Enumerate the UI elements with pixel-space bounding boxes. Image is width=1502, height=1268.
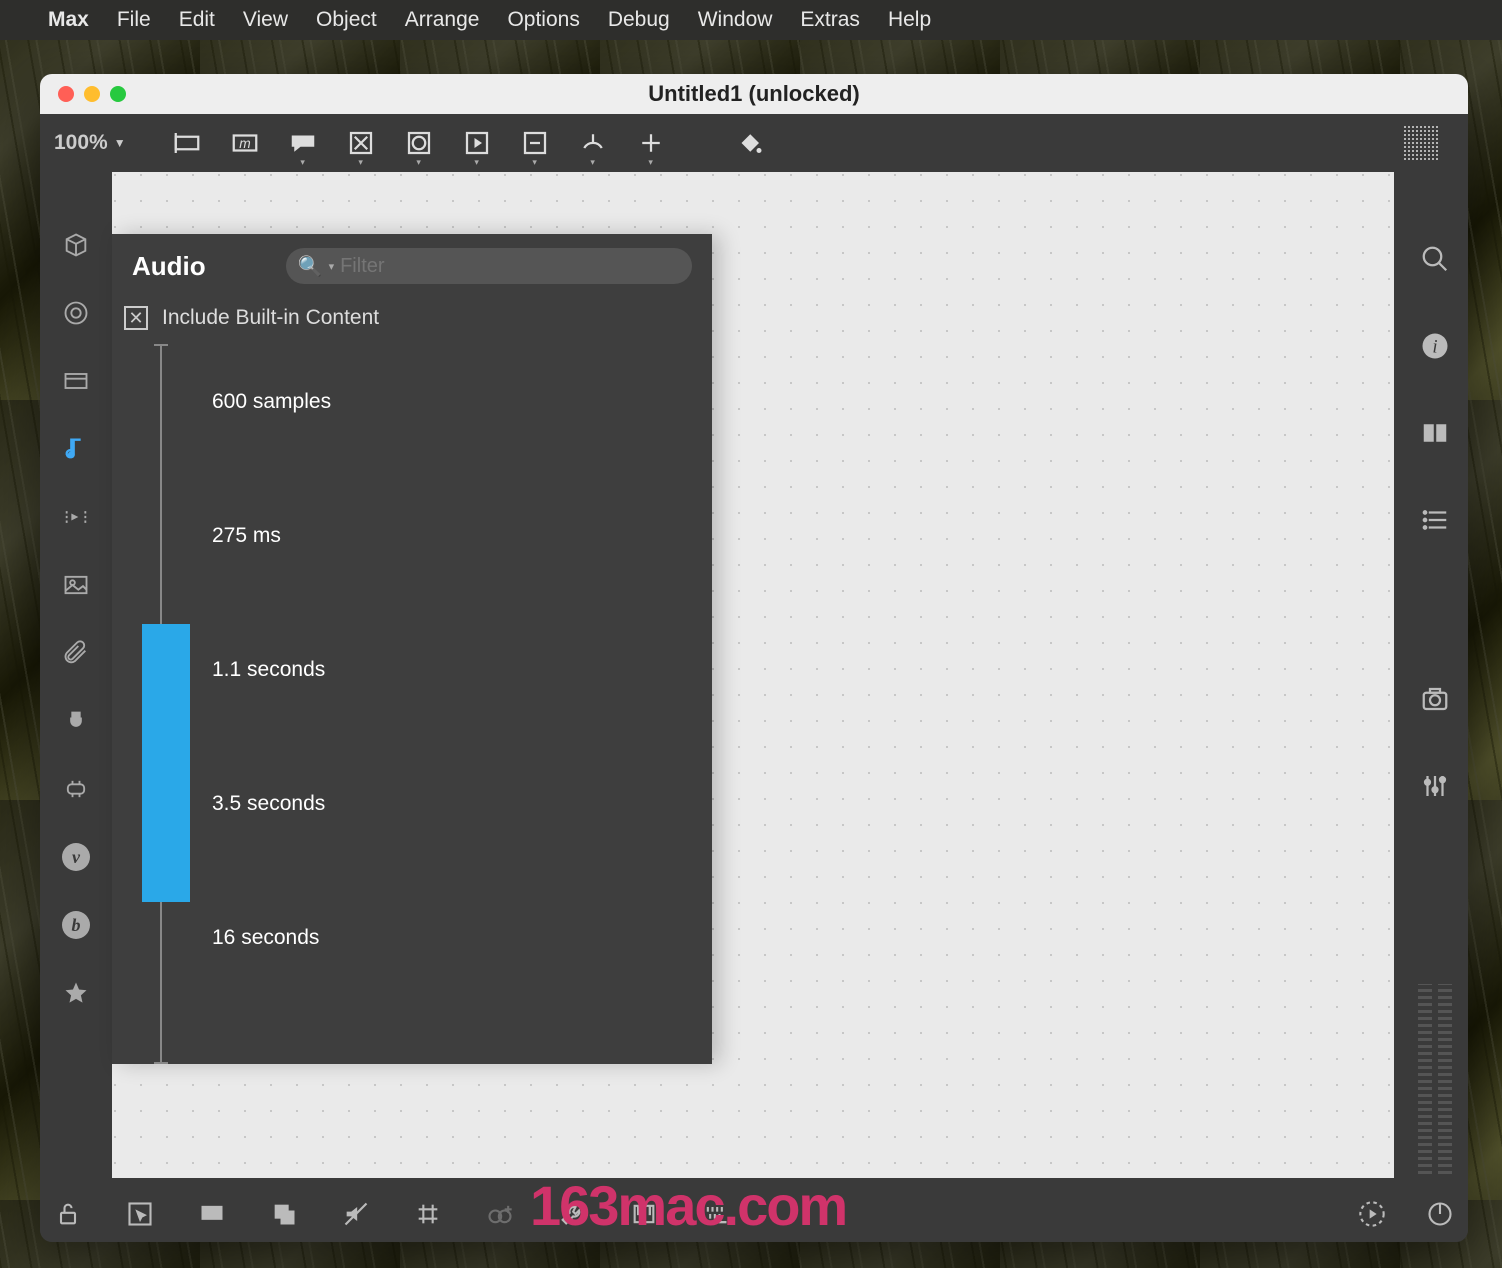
window-title: Untitled1 (unlocked) (40, 81, 1468, 107)
list-icon[interactable] (1420, 505, 1450, 540)
meter-left (1418, 984, 1432, 1174)
sliders-icon[interactable] (1420, 771, 1450, 806)
top-toolbar: 100% ▼ m ▾ ▾ ▾ ▾ ▾ ▾ ▾ (40, 114, 1468, 172)
audio-note-icon[interactable] (61, 434, 91, 464)
zoom-level-dropdown[interactable]: 100% ▼ (54, 131, 126, 155)
play-circle-icon[interactable] (1358, 1200, 1386, 1228)
svg-text:m: m (239, 136, 250, 151)
menu-app[interactable]: Max (48, 8, 89, 32)
meter-right (1438, 984, 1452, 1174)
timeline-item[interactable]: 275 ms (212, 524, 281, 548)
menu-arrange[interactable]: Arrange (405, 8, 480, 32)
b-badge-icon[interactable]: b (61, 910, 91, 940)
presentation-icon[interactable] (198, 1200, 226, 1228)
bottom-toolbar (40, 1186, 1468, 1242)
comment-icon[interactable]: ▾ (278, 124, 328, 162)
filter-input[interactable] (340, 255, 680, 278)
timeline-item[interactable]: 1.1 seconds (212, 658, 325, 682)
cursor-icon[interactable] (126, 1200, 154, 1228)
slider-icon[interactable]: ▾ (510, 124, 560, 162)
right-sidebar: i (1402, 172, 1468, 1186)
object-box-icon[interactable] (162, 124, 212, 162)
include-builtin-checkbox[interactable]: ✕ (124, 306, 148, 330)
include-builtin-label: Include Built-in Content (162, 306, 379, 330)
svg-text:i: i (1432, 336, 1437, 357)
include-builtin-row[interactable]: ✕ Include Built-in Content (112, 298, 712, 344)
timeline-item[interactable]: 3.5 seconds (212, 792, 325, 816)
grid-view-icon[interactable] (1396, 124, 1446, 162)
unlock-icon[interactable] (54, 1200, 82, 1228)
message-box-icon[interactable]: m (220, 124, 270, 162)
duration-timeline[interactable]: 600 samples 275 ms 1.1 seconds 3.5 secon… (148, 344, 712, 1064)
cube-icon[interactable] (61, 230, 91, 260)
zoom-level-label: 100% (54, 131, 108, 155)
grid-icon[interactable] (414, 1200, 442, 1228)
split-view-icon[interactable] (1420, 418, 1450, 453)
patcher-canvas[interactable]: Audio 🔍▾ ✕ Include Built-in Content 60 (112, 172, 1394, 1178)
paperclip-icon[interactable] (61, 638, 91, 668)
layers-icon[interactable] (270, 1200, 298, 1228)
toggle-icon[interactable]: ▾ (336, 124, 386, 162)
timeline-selection[interactable] (142, 624, 190, 902)
bracket-icon[interactable] (61, 774, 91, 804)
timeline-item[interactable]: 600 samples (212, 390, 331, 414)
wrench-icon[interactable] (558, 1200, 586, 1228)
dial-icon[interactable]: ▾ (568, 124, 618, 162)
macos-menubar: Max File Edit View Object Arrange Option… (0, 0, 1502, 40)
power-icon[interactable] (1426, 1200, 1454, 1228)
menu-file[interactable]: File (117, 8, 151, 32)
titlebar[interactable]: Untitled1 (unlocked) (40, 74, 1468, 114)
number-box-icon[interactable]: ▾ (452, 124, 502, 162)
audio-browser-panel: Audio 🔍▾ ✕ Include Built-in Content 60 (112, 234, 712, 1064)
panel-icon[interactable] (61, 366, 91, 396)
content-area: v b Audio 🔍▾ ✕ Inclu (40, 172, 1468, 1186)
camera-icon[interactable] (1420, 684, 1450, 719)
button-icon[interactable]: ▾ (394, 124, 444, 162)
info-icon[interactable]: i (1420, 331, 1450, 366)
menu-object[interactable]: Object (316, 8, 377, 32)
add-object-icon[interactable]: ▾ (626, 124, 676, 162)
chevron-down-icon: ▾ (329, 260, 335, 273)
paint-bucket-icon[interactable] (724, 124, 774, 162)
menu-edit[interactable]: Edit (179, 8, 215, 32)
plug-icon[interactable] (61, 706, 91, 736)
search-icon: 🔍 (298, 254, 323, 279)
canvas-wrap: Audio 🔍▾ ✕ Include Built-in Content 60 (112, 172, 1402, 1186)
panel-title: Audio (132, 251, 206, 282)
piano-icon[interactable] (630, 1200, 658, 1228)
menu-options[interactable]: Options (507, 8, 579, 32)
star-icon[interactable] (61, 978, 91, 1008)
circle-target-icon[interactable] (61, 298, 91, 328)
timeline-item[interactable]: 16 seconds (212, 926, 319, 950)
mute-icon[interactable] (342, 1200, 370, 1228)
menu-debug[interactable]: Debug (608, 8, 670, 32)
v-badge-icon[interactable]: v (61, 842, 91, 872)
menu-view[interactable]: View (243, 8, 288, 32)
app-window: Untitled1 (unlocked) 100% ▼ m ▾ ▾ ▾ ▾ ▾ … (40, 74, 1468, 1242)
keyboard-icon[interactable] (702, 1200, 730, 1228)
menu-help[interactable]: Help (888, 8, 931, 32)
chevron-down-icon: ▼ (114, 136, 126, 150)
audio-meters (1415, 986, 1455, 1186)
segments-icon[interactable] (61, 502, 91, 532)
add-link-icon[interactable] (486, 1200, 514, 1228)
left-sidebar: v b (40, 172, 112, 1186)
filter-input-wrap[interactable]: 🔍▾ (286, 248, 692, 284)
menu-extras[interactable]: Extras (800, 8, 860, 32)
menu-window[interactable]: Window (698, 8, 773, 32)
search-icon[interactable] (1420, 244, 1450, 279)
image-icon[interactable] (61, 570, 91, 600)
